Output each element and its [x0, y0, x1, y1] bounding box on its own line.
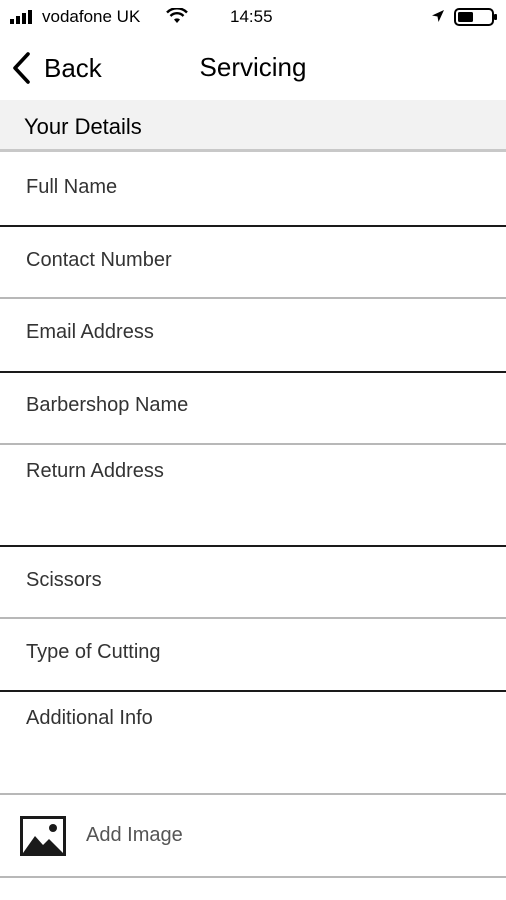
scissors-field[interactable]: Scissors — [0, 547, 506, 617]
full-name-field[interactable]: Full Name — [0, 152, 506, 225]
location-arrow-icon — [432, 10, 444, 22]
status-bar: vodafone UK 14:55 — [0, 0, 506, 34]
barbershop-name-field[interactable]: Barbershop Name — [0, 373, 506, 443]
scissors-placeholder: Scissors — [26, 569, 102, 591]
signal-icon — [10, 10, 32, 24]
barbershop-name-placeholder: Barbershop Name — [26, 394, 189, 416]
section-title: Your Details — [24, 114, 142, 139]
battery-icon — [454, 8, 497, 26]
divider — [0, 876, 506, 878]
servicing-screen: vodafone UK 14:55 Back Servicing Your De… — [0, 0, 506, 900]
email-address-placeholder: Email Address — [26, 321, 154, 343]
status-time: 14:55 — [230, 7, 273, 26]
additional-info-placeholder: Additional Info — [26, 707, 153, 729]
add-image-label: Add Image — [86, 824, 183, 846]
contact-number-placeholder: Contact Number — [26, 249, 172, 271]
wifi-icon — [166, 8, 188, 23]
type-of-cutting-field[interactable]: Type of Cutting — [0, 619, 506, 690]
section-header-your-details: Your Details — [0, 100, 506, 152]
additional-info-field[interactable]: Additional Info — [0, 692, 506, 793]
page-title: Servicing — [199, 52, 307, 82]
image-icon — [20, 816, 66, 856]
carrier-name: vodafone UK — [42, 7, 141, 26]
type-of-cutting-placeholder: Type of Cutting — [26, 641, 161, 663]
full-name-placeholder: Full Name — [26, 176, 118, 198]
email-address-field[interactable]: Email Address — [0, 299, 506, 371]
return-address-field[interactable]: Return Address — [0, 445, 506, 545]
divider — [0, 793, 506, 795]
return-address-placeholder: Return Address — [26, 460, 164, 482]
navigation-bar: Back Servicing — [0, 34, 506, 100]
contact-number-field[interactable]: Contact Number — [0, 227, 506, 297]
add-image-button[interactable]: Add Image — [0, 796, 506, 876]
